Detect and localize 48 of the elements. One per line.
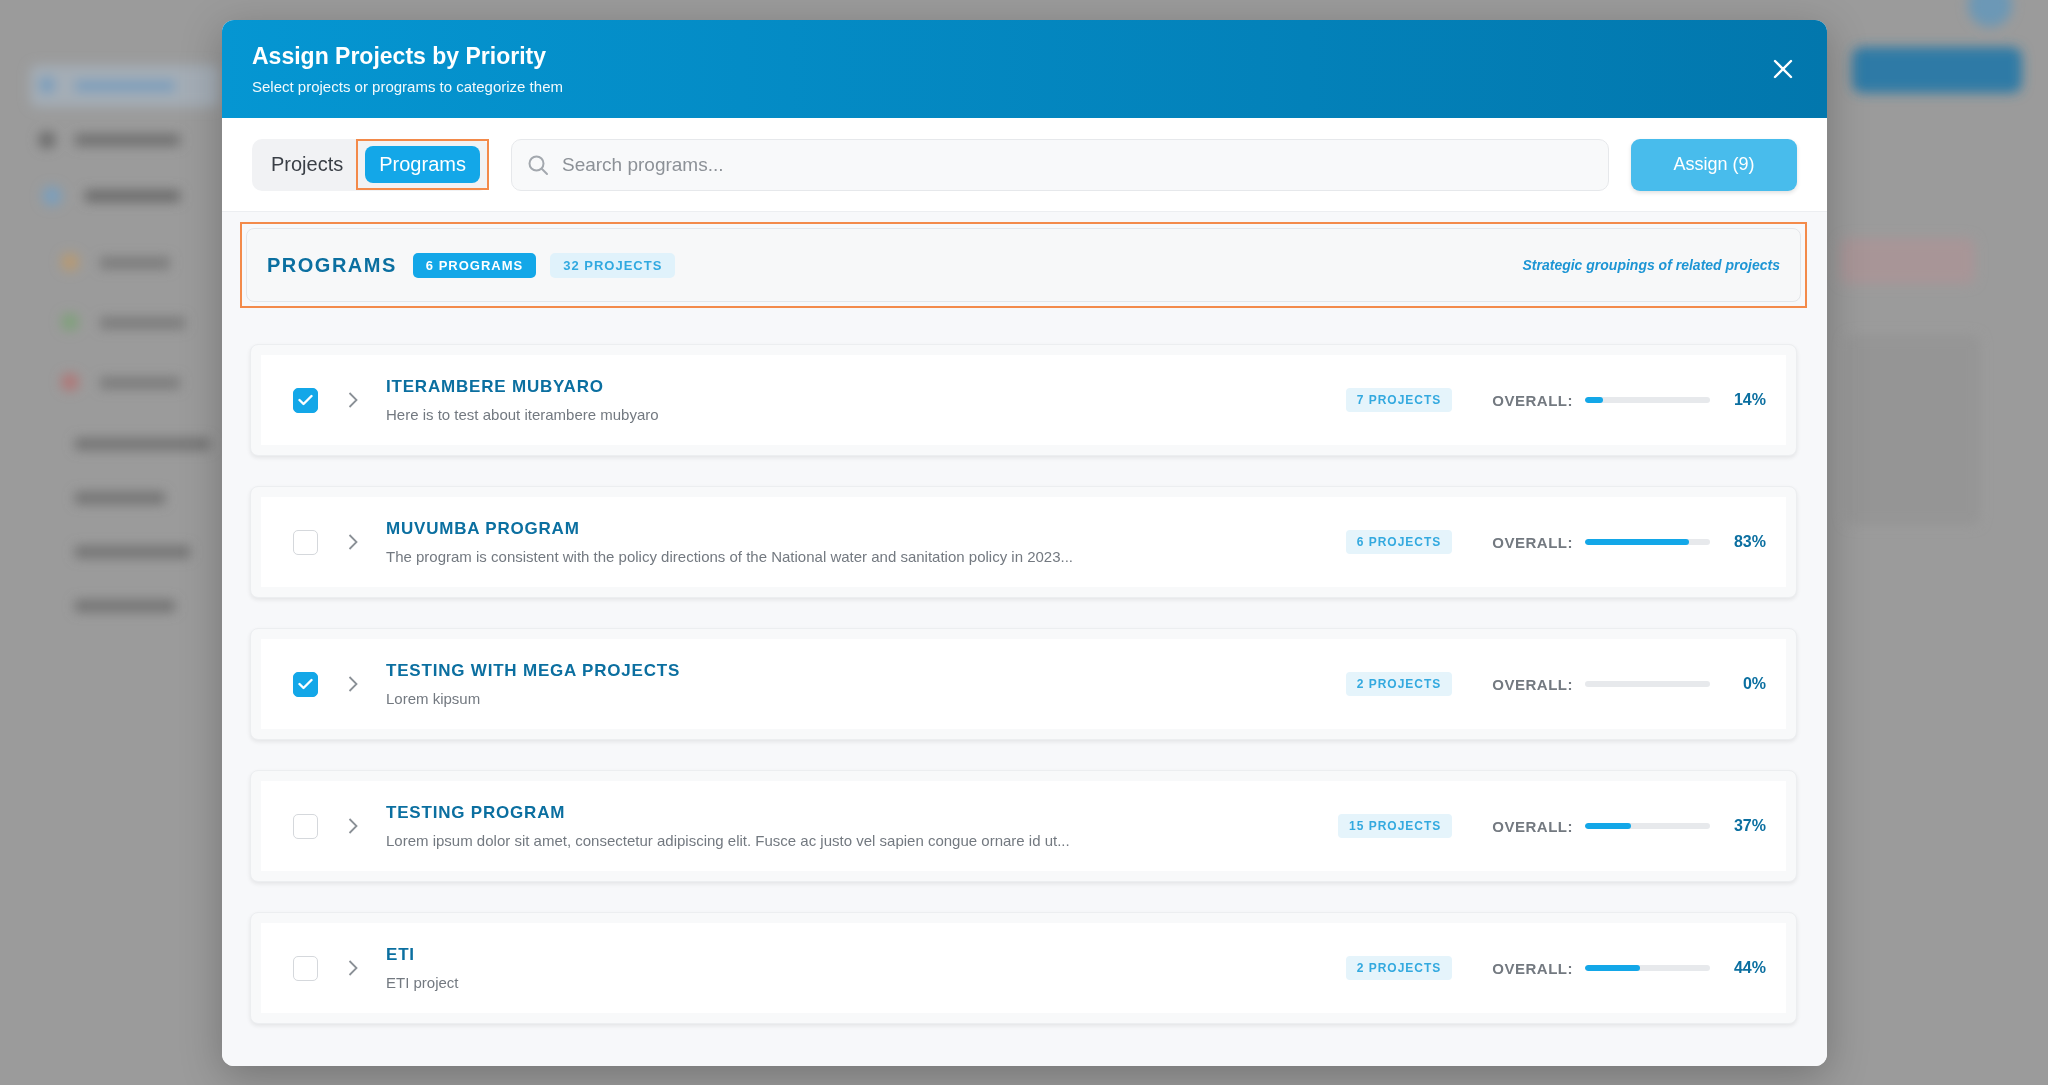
program-description: Here is to test about iterambere mubyaro — [386, 406, 660, 423]
chevron-icon[interactable] — [348, 676, 358, 692]
program-description: Lorem ipsum dolor sit amet, consectetur adipiscing elit. Fusce ac justo vel sapien congue ornare id ut... — [386, 832, 1071, 849]
chevron-icon[interactable] — [348, 960, 358, 976]
checkbox[interactable] — [293, 813, 318, 839]
progress-percent: 83% — [1732, 533, 1766, 551]
checkbox[interactable] — [293, 529, 318, 555]
count-badge: 6 PROGRAMS — [412, 252, 537, 278]
progress-percent: 44% — [1732, 959, 1766, 977]
overall-label: OVERALL: — [1492, 817, 1573, 835]
project-count-badge: 6 PROJECTS — [1345, 530, 1453, 554]
project-count-badge: 2 PROJECTS — [1345, 956, 1453, 980]
progress-percent: 37% — [1732, 817, 1766, 835]
overall-label: OVERALL: — [1492, 675, 1573, 693]
search-field[interactable]: Search programs... — [510, 138, 1609, 191]
tab[interactable]: Projects — [257, 146, 358, 183]
program-name: MUVUMBA PROGRAM — [386, 519, 581, 539]
tab[interactable]: Programs — [365, 146, 480, 183]
program-name: TESTING PROGRAM — [386, 803, 567, 823]
program-description: ETI project — [386, 974, 460, 991]
chevron-icon[interactable] — [348, 392, 358, 408]
check-icon — [298, 678, 313, 690]
program-name: ETI — [386, 945, 416, 965]
overall-label: OVERALL: — [1492, 391, 1573, 409]
program-description: Lorem kipsum — [386, 690, 482, 707]
progress-percent: 14% — [1732, 391, 1766, 409]
program-name: TESTING WITH MEGA PROJECTS — [386, 661, 682, 681]
progress-percent: 0% — [1741, 675, 1766, 693]
checkbox[interactable] — [293, 387, 318, 413]
check-icon — [298, 394, 313, 406]
checkbox[interactable] — [293, 671, 318, 697]
program-name: ITERAMBERE MUBYARO — [386, 377, 605, 397]
count-badge: 32 PROJECTS — [550, 252, 676, 278]
project-count-badge: 7 PROJECTS — [1345, 388, 1453, 412]
dialog-subtitle: Select projects or programs to categorize them — [252, 78, 564, 95]
section-note: Strategic groupings of related projects — [1522, 257, 1780, 273]
assign-button[interactable]: Assign (9) — [1631, 138, 1797, 191]
search-icon — [526, 153, 549, 176]
overall-label: OVERALL: — [1492, 533, 1573, 551]
checkbox[interactable] — [293, 955, 318, 981]
chevron-icon[interactable] — [348, 818, 358, 834]
chevron-icon[interactable] — [348, 534, 358, 550]
section-title: PROGRAMS — [267, 253, 397, 277]
project-count-badge: 15 PROJECTS — [1337, 814, 1453, 838]
program-description: The program is consistent with the policy directions of the National water and sanitation policy in 2023... — [386, 548, 1075, 565]
project-count-badge: 2 PROJECTS — [1345, 672, 1453, 696]
dialog-title: Assign Projects by Priority — [252, 43, 547, 70]
overall-label: OVERALL: — [1492, 959, 1573, 977]
